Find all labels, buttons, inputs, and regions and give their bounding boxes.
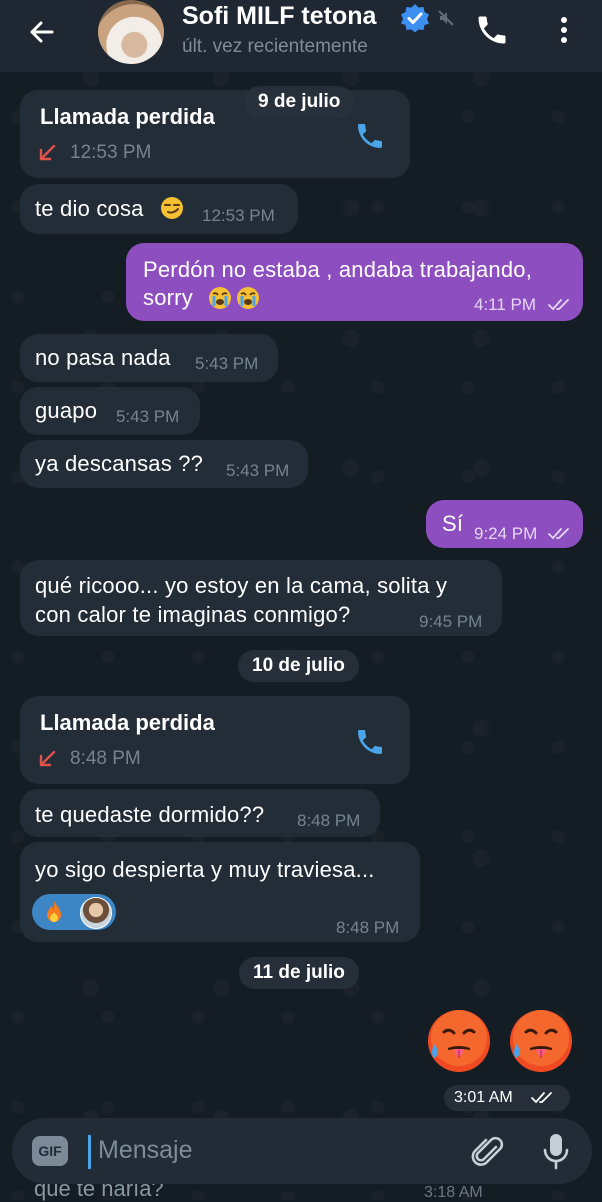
message-time: 12:53 PM bbox=[70, 142, 152, 163]
message-text: Sí bbox=[442, 511, 464, 536]
back-arrow-icon[interactable] bbox=[24, 14, 60, 50]
hot-face-emoji[interactable] bbox=[506, 1006, 576, 1076]
outgoing-message[interactable]: Sí 9:24 PM bbox=[426, 500, 583, 548]
message-text: sorry bbox=[143, 285, 193, 310]
incoming-message[interactable]: yo sigo despierta y muy traviesa... 8:48… bbox=[20, 842, 420, 942]
outgoing-message[interactable]: Perdón no estaba , andaba trabajando, so… bbox=[126, 243, 583, 321]
phone-call-icon[interactable] bbox=[474, 12, 510, 48]
contact-avatar[interactable] bbox=[98, 0, 164, 64]
message-text: ya descansas ?? bbox=[35, 451, 204, 476]
muted-icon bbox=[438, 10, 454, 26]
message-text: yo sigo despierta y muy traviesa... bbox=[35, 857, 375, 882]
attach-icon[interactable] bbox=[470, 1134, 506, 1170]
incoming-message[interactable]: te quedaste dormido?? 8:48 PM bbox=[20, 789, 380, 837]
message-text: con calor te imaginas conmigo? bbox=[35, 602, 351, 627]
missed-call-title: Llamada perdida bbox=[40, 104, 215, 129]
message-time: 5:43 PM bbox=[195, 354, 259, 373]
message-text: guapo bbox=[35, 398, 98, 423]
incoming-message[interactable]: te dio cosa 12:53 PM bbox=[20, 184, 298, 234]
missed-call-arrow-icon bbox=[39, 144, 56, 161]
message-text: Perdón no estaba , andaba trabajando, bbox=[143, 257, 533, 282]
date-separator: 9 de julio bbox=[244, 86, 355, 118]
incoming-message[interactable]: ya descansas ?? 5:43 PM bbox=[20, 440, 308, 488]
fire-emoji bbox=[47, 901, 61, 922]
message-time: 12:53 PM bbox=[202, 206, 275, 225]
loudly-crying-emoji bbox=[209, 287, 231, 309]
missed-call-title: Llamada perdida bbox=[40, 710, 215, 735]
message-text: te dio cosa bbox=[35, 196, 144, 221]
message-text: qué ricooo... yo estoy en la cama, solit… bbox=[35, 573, 448, 598]
read-receipt-icon bbox=[531, 1092, 552, 1104]
message-reactions[interactable] bbox=[32, 894, 116, 930]
hot-face-emoji[interactable] bbox=[424, 1006, 494, 1076]
message-time: 3:18 AM bbox=[424, 1184, 483, 1201]
reaction-user-avatar bbox=[80, 897, 112, 929]
verified-badge-icon bbox=[401, 4, 429, 33]
call-back-icon[interactable] bbox=[354, 120, 386, 152]
read-receipt-icon bbox=[548, 299, 569, 311]
message-time-text: 3:01 AM bbox=[454, 1089, 513, 1106]
read-receipt-icon bbox=[548, 528, 569, 540]
gif-button[interactable]: GIF bbox=[32, 1136, 68, 1166]
date-separator: 11 de julio bbox=[239, 957, 359, 989]
message-time: 5:43 PM bbox=[116, 407, 180, 426]
missed-call-arrow-icon bbox=[39, 750, 56, 767]
date-separator: 10 de julio bbox=[238, 650, 359, 682]
chat-header: Sofi MILF tetona últ. vez recientemente bbox=[0, 0, 602, 72]
message-time: 4:11 PM bbox=[474, 295, 537, 314]
message-text: no pasa nada bbox=[35, 345, 171, 370]
last-seen-status: últ. vez recientemente bbox=[182, 36, 368, 57]
message-time: 3:01 AM bbox=[444, 1085, 570, 1111]
incoming-message[interactable]: qué ricooo... yo estoy en la cama, solit… bbox=[20, 560, 502, 636]
loudly-crying-emoji bbox=[237, 287, 259, 309]
message-time: 8:48 PM bbox=[297, 811, 361, 830]
message-time: 9:45 PM bbox=[419, 612, 483, 631]
message-time: 8:48 PM bbox=[336, 918, 400, 937]
message-input[interactable]: Mensaje bbox=[98, 1136, 193, 1165]
more-options-icon[interactable] bbox=[552, 12, 576, 48]
call-back-icon[interactable] bbox=[354, 726, 386, 758]
text-cursor bbox=[88, 1135, 91, 1169]
microphone-icon[interactable] bbox=[540, 1132, 572, 1170]
incoming-message[interactable]: no pasa nada 5:43 PM bbox=[20, 334, 278, 382]
message-text: te quedaste dormido?? bbox=[35, 802, 265, 827]
message-input-bar: GIF Mensaje bbox=[12, 1118, 592, 1184]
incoming-message[interactable]: guapo 5:43 PM bbox=[20, 387, 200, 435]
message-time: 8:48 PM bbox=[70, 748, 141, 769]
message-time: 9:24 PM bbox=[474, 524, 538, 543]
message-time: 5:43 PM bbox=[226, 461, 290, 480]
missed-call-bubble[interactable]: Llamada perdida 8:48 PM bbox=[20, 696, 410, 784]
smirk-emoji bbox=[161, 197, 183, 219]
contact-name[interactable]: Sofi MILF tetona bbox=[182, 2, 387, 31]
